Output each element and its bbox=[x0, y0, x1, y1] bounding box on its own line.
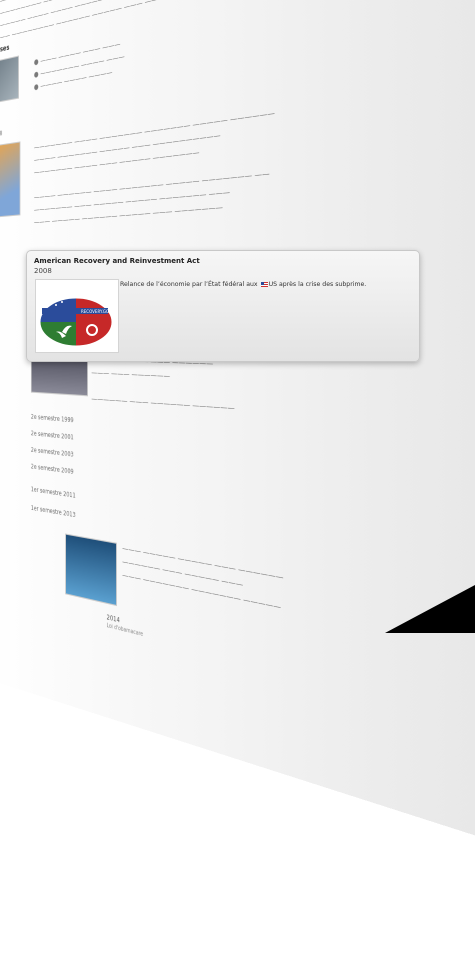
callout-year: 2008 bbox=[34, 267, 52, 275]
recovery-gov-logo-icon: RECOVERY.GOV bbox=[35, 279, 119, 353]
timeline-year: 2e semestre 2009 bbox=[30, 463, 74, 476]
event-callout-card[interactable]: American Recovery and Reinvestment Act 2… bbox=[26, 250, 420, 362]
us-flag-icon bbox=[260, 281, 268, 287]
building-thumbnail bbox=[65, 533, 117, 607]
map-thumbnail bbox=[0, 141, 21, 218]
timeline-year: 2e semestre 2003 bbox=[30, 446, 74, 459]
photo-thumbnail bbox=[0, 55, 19, 104]
timeline-year: 2e semestre 1999 bbox=[30, 413, 74, 425]
callout-description: Relance de l’économie par l’État fédéral… bbox=[120, 281, 367, 288]
svg-text:RECOVERY.GOV: RECOVERY.GOV bbox=[81, 309, 112, 314]
timeline-year: 2e semestre 2001 bbox=[30, 429, 74, 442]
background-paragraph: —— — ——— ——— ——— —————— ——— ——— ——— ——— ———… bbox=[91, 355, 235, 414]
timeline-year: 1er semestre 2011 bbox=[30, 485, 76, 500]
bottom-sub: Loi d'obamacare bbox=[106, 622, 144, 639]
timeline-year: 1er semestre 2013 bbox=[30, 504, 76, 520]
background-page: ———————————————— ——————— ———— ——————————… bbox=[0, 0, 475, 854]
dark-corner bbox=[385, 585, 475, 633]
callout-title: American Recovery and Reinvestment Act bbox=[34, 257, 200, 265]
